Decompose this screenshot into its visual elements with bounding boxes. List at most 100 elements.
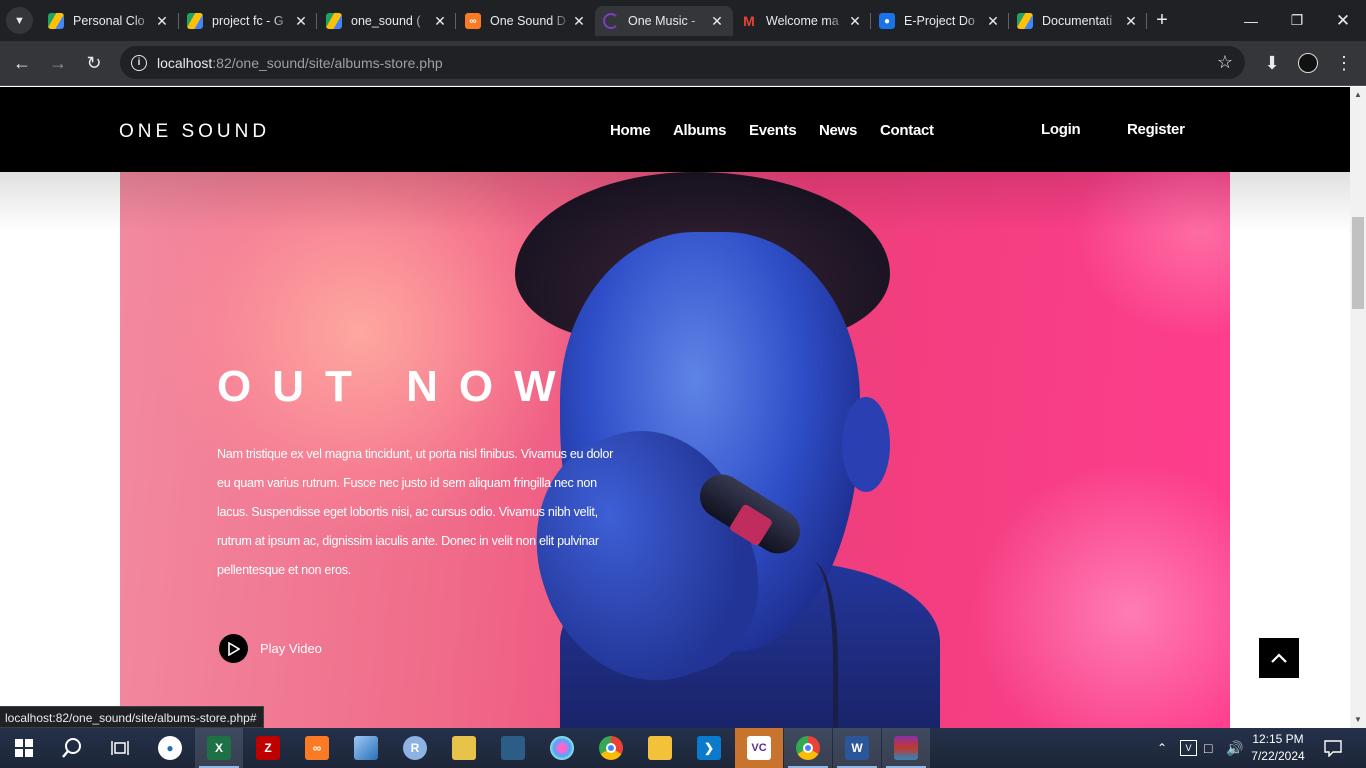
tab-title: project fc - G (212, 14, 284, 28)
nav-login[interactable]: Login (1041, 121, 1081, 138)
tab-one-music-active[interactable]: One Music - ✕ (595, 6, 733, 36)
tab-search-icon[interactable]: ▼ (6, 7, 33, 34)
singer-ear (842, 397, 890, 492)
tab-divider (316, 13, 317, 29)
excel-icon[interactable]: X (195, 728, 243, 768)
search-icon[interactable] (48, 728, 96, 768)
browser-tab-strip: ▼ Personal Clo ✕ project fc - G ✕ one_so… (0, 0, 1366, 41)
clock-time: 12:15 PM (1252, 732, 1304, 746)
task-view-icon[interactable] (96, 728, 144, 768)
google-drive-icon (187, 13, 203, 29)
google-drive-icon (1017, 13, 1033, 29)
reload-icon[interactable]: ↻ (80, 49, 108, 77)
close-tab-icon[interactable]: ✕ (432, 13, 448, 30)
close-window-icon[interactable]: ✕ (1320, 0, 1366, 41)
page-scrollbar[interactable]: ▲ ▼ (1350, 87, 1366, 728)
tab-title: E-Project Do (904, 14, 975, 28)
scroll-down-arrow-icon[interactable]: ▼ (1350, 712, 1366, 728)
notifications-icon[interactable] (1323, 728, 1343, 768)
network-icon[interactable]: □ (1204, 728, 1212, 768)
nav-news[interactable]: News (819, 122, 857, 139)
tab-one-sound-drive[interactable]: one_sound ( ✕ (318, 6, 456, 36)
web-page: ONE SOUND Home Albums Events News Contac… (0, 87, 1350, 728)
site-logo[interactable]: ONE SOUND (119, 121, 270, 143)
chrome-icon[interactable] (587, 728, 635, 768)
nav-contact[interactable]: Contact (880, 122, 934, 139)
tab-divider (455, 13, 456, 29)
nav-albums[interactable]: Albums (673, 122, 727, 139)
tab-one-sound-db[interactable]: ∞ One Sound D ✕ (457, 6, 595, 36)
download-icon[interactable]: ⬇ (1258, 49, 1286, 77)
nav-register[interactable]: Register (1127, 121, 1185, 138)
tab-title: One Sound D (490, 14, 566, 28)
tab-personal-cloud[interactable]: Personal Clo ✕ (40, 6, 178, 36)
scroll-up-arrow-icon[interactable]: ▲ (1350, 87, 1366, 103)
mysql-workbench-icon[interactable] (489, 728, 537, 768)
close-tab-icon[interactable]: ✕ (1123, 13, 1139, 30)
filezilla-icon[interactable]: Z (244, 728, 292, 768)
windows-taskbar: ● X Z ∞ R ❯ VC W ⌃ V □ 🔊 12:15 PM 7/22/2… (0, 728, 1366, 768)
address-url: localhost:82/one_sound/site/albums-store… (157, 55, 443, 71)
browser-toolbar: ← → ↻ i localhost:82/one_sound/site/albu… (0, 41, 1366, 86)
close-tab-icon[interactable]: ✕ (709, 13, 725, 30)
gmail-icon: M (743, 13, 755, 29)
forward-arrow-icon[interactable]: → (44, 49, 72, 77)
r-icon[interactable]: R (391, 728, 439, 768)
loading-spinner-icon (603, 13, 619, 29)
start-button[interactable] (0, 728, 48, 768)
hero-banner: OUT NOW Nam tristique ex vel magna tinci… (120, 172, 1230, 728)
nav-events[interactable]: Events (749, 122, 797, 139)
back-to-top-button[interactable] (1259, 638, 1299, 678)
back-arrow-icon[interactable]: ← (8, 49, 36, 77)
minimize-icon[interactable]: — (1228, 0, 1274, 41)
xampp-icon[interactable]: ∞ (293, 728, 341, 768)
clock-date: 7/22/2024 (1251, 749, 1305, 763)
volume-icon[interactable]: 🔊 (1226, 728, 1243, 768)
tab-title: Welcome ma (766, 14, 839, 28)
vs-tray-icon[interactable]: V (1180, 728, 1197, 768)
url-host: localhost (157, 54, 213, 71)
address-bar[interactable]: i localhost:82/one_sound/site/albums-sto… (120, 46, 1245, 79)
tab-title: One Music - (628, 14, 696, 28)
hero-title: OUT NOW (217, 362, 577, 411)
winrar-icon[interactable] (882, 728, 930, 768)
restore-icon[interactable]: ❐ (1274, 0, 1320, 41)
system-clock[interactable]: 12:15 PM 7/22/2024 (1247, 731, 1309, 765)
nav-home[interactable]: Home (610, 122, 651, 139)
tab-title: Documentati (1042, 14, 1113, 28)
close-tab-icon[interactable]: ✕ (154, 13, 170, 30)
tab-documentation[interactable]: Documentati ✕ (1009, 6, 1147, 36)
sticky-notes-icon[interactable] (440, 728, 488, 768)
tab-e-project-docs[interactable]: ● E-Project Do ✕ (871, 6, 1009, 36)
word-icon[interactable]: W (833, 728, 881, 768)
site-info-icon[interactable]: i (131, 54, 147, 71)
close-tab-icon[interactable]: ✕ (571, 13, 587, 30)
profile-avatar-icon[interactable] (1294, 49, 1322, 77)
play-video-button[interactable]: Play Video (219, 634, 322, 663)
ms-paint-icon[interactable]: ● (146, 728, 194, 768)
tab-project-fc[interactable]: project fc - G ✕ (179, 6, 317, 36)
bookmark-star-icon[interactable]: ☆ (1217, 52, 1233, 73)
virtualbox-icon[interactable] (342, 728, 390, 768)
google-drive-icon (326, 13, 342, 29)
tab-title: Personal Clo (73, 14, 145, 28)
show-hidden-icons[interactable]: ⌃ (1157, 728, 1167, 768)
browser-menu-icon[interactable]: ⋮ (1330, 49, 1358, 77)
scrollbar-thumb[interactable] (1352, 217, 1364, 309)
site-header: ONE SOUND Home Albums Events News Contac… (0, 87, 1350, 172)
close-tab-icon[interactable]: ✕ (293, 13, 309, 30)
tab-gmail-welcome[interactable]: M Welcome ma ✕ (733, 6, 871, 36)
play-video-label: Play Video (260, 641, 322, 656)
tab-title: one_sound ( (351, 14, 421, 28)
close-tab-icon[interactable]: ✕ (985, 13, 1001, 30)
chrome-profile-icon[interactable] (784, 728, 832, 768)
xampp-icon: ∞ (465, 13, 481, 29)
play-icon (219, 634, 248, 663)
vs-icon[interactable]: VC (735, 728, 783, 768)
vscode-icon[interactable]: ❯ (685, 728, 733, 768)
close-tab-icon[interactable]: ✕ (847, 13, 863, 30)
paint-palette-icon[interactable] (538, 728, 586, 768)
new-tab-plus-icon[interactable]: + (1151, 9, 1173, 31)
hero-description: Nam tristique ex vel magna tincidunt, ut… (217, 447, 613, 577)
file-explorer-icon[interactable] (636, 728, 684, 768)
